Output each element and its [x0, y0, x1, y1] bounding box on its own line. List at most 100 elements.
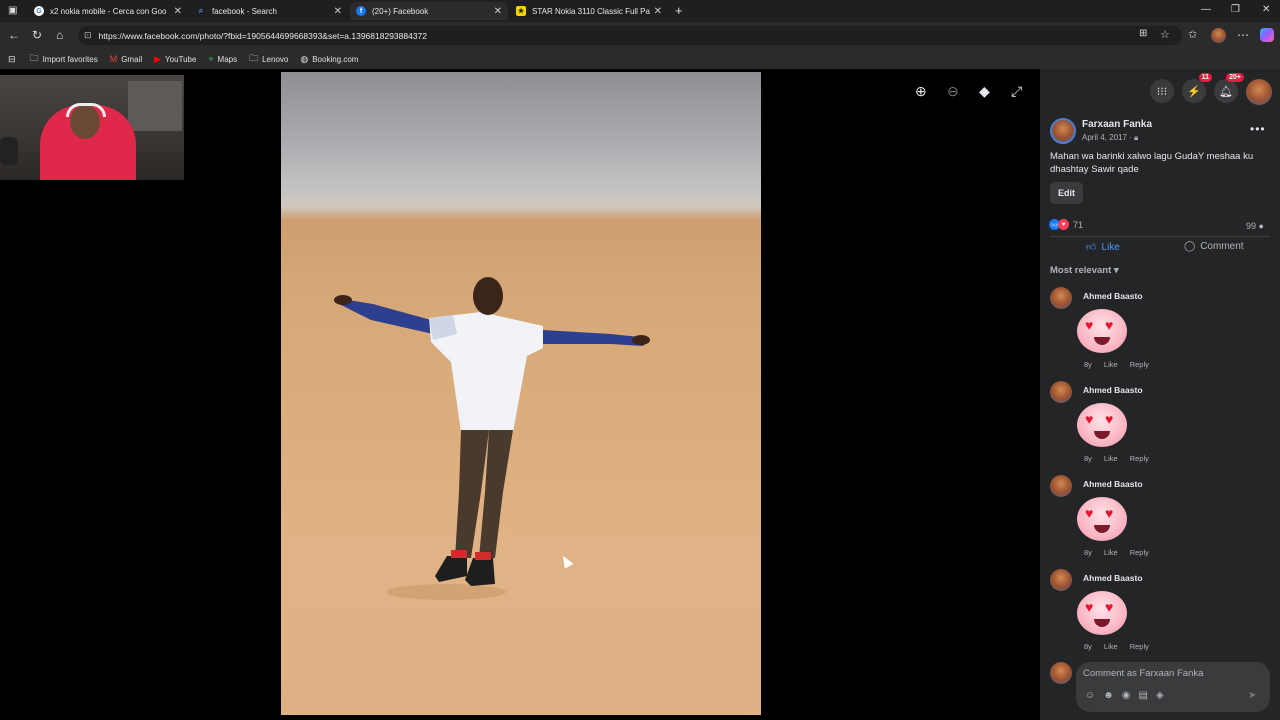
tab-google[interactable]: G x2 nokia mobile - Cerca con Goo ✕ [28, 2, 188, 20]
menu-grid-icon[interactable]: ⁝⁝⁝ [1150, 79, 1174, 103]
tab-actions-icon[interactable]: ▣ [8, 5, 17, 16]
heart-icon: ♥ [1105, 599, 1114, 615]
webcam-overlay [0, 75, 184, 180]
zoom-out-icon[interactable]: ⊖ [947, 83, 959, 100]
author-avatar[interactable] [1050, 118, 1076, 144]
restore-icon[interactable]: ❐ [1231, 4, 1240, 15]
copilot-icon[interactable] [1260, 28, 1274, 42]
post-author[interactable]: Farxaan Fanka [1082, 119, 1152, 130]
bookmark-booking[interactable]: ◍ Booking.com [300, 54, 358, 65]
avatar-sticker-icon[interactable]: ☺ [1085, 690, 1095, 701]
tag-icon[interactable]: ◆ [979, 83, 990, 100]
tab-title: x2 nokia mobile - Cerca con Goo [50, 6, 167, 16]
edit-button[interactable]: Edit [1050, 182, 1083, 204]
account-avatar[interactable] [1246, 79, 1272, 105]
commenter-name[interactable]: Ahmed Baasto [1083, 573, 1143, 583]
comment-like-button[interactable]: Like [1104, 548, 1118, 557]
minimize-icon[interactable]: — [1201, 4, 1211, 15]
tab-strip: ▣ G x2 nokia mobile - Cerca con Goo ✕ ⌕ … [0, 0, 1280, 22]
comment-button[interactable]: ◯ Comment [1184, 241, 1244, 252]
heart-eyes-emoji: ♥ ♥ [1077, 309, 1127, 353]
comment-avatar[interactable] [1050, 475, 1072, 497]
sticker-icon[interactable]: ◈ [1156, 690, 1164, 701]
close-icon[interactable]: ✕ [334, 6, 342, 17]
bookmark-lenovo[interactable]: 🗀 Lenovo [249, 51, 288, 67]
star-icon: ★ [516, 6, 526, 16]
sort-label: Most relevant [1050, 265, 1112, 276]
comment-count-text: 99 [1246, 221, 1257, 231]
bookmark-label: Maps [217, 54, 238, 64]
window-close-icon[interactable]: ✕ [1262, 4, 1270, 15]
comment-reply-button[interactable]: Reply [1130, 360, 1149, 369]
comment-time[interactable]: 8y [1084, 360, 1092, 369]
comment-like-button[interactable]: Like [1104, 454, 1118, 463]
reader-icon[interactable]: ⊞ [1139, 28, 1147, 39]
facebook-icon: f [356, 6, 366, 16]
reaction-summary[interactable]: 👍︎ ♥ 71 [1049, 219, 1083, 230]
address-bar-row: ← ↻ ⌂ ⊡ https://www.facebook.com/photo/?… [0, 22, 1280, 49]
comment-reply-button[interactable]: Reply [1130, 642, 1149, 651]
comment-like-button[interactable]: Like [1104, 642, 1118, 651]
composer-avatar [1050, 662, 1072, 684]
tab-facebook[interactable]: f (20+) Facebook ✕ [350, 2, 508, 20]
comment-avatar[interactable] [1050, 569, 1072, 591]
comment-item: Ahmed Baasto ♥ ♥ 8y Like Reply [1050, 475, 1270, 567]
comment-actions: 8y Like Reply [1084, 454, 1161, 463]
fullscreen-icon[interactable]: ⤢ [1011, 83, 1022, 100]
home-icon[interactable]: ⌂ [56, 28, 63, 42]
tab-list-icon[interactable]: ⊟ [8, 54, 16, 65]
emoji-icon[interactable]: ☻ [1103, 690, 1114, 701]
comment-reply-button[interactable]: Reply [1130, 548, 1149, 557]
comment-time[interactable]: 8y [1084, 548, 1092, 557]
commenter-name[interactable]: Ahmed Baasto [1083, 291, 1143, 301]
bookmark-label: Lenovo [262, 54, 289, 64]
commenter-name[interactable]: Ahmed Baasto [1083, 385, 1143, 395]
comment-time[interactable]: 8y [1084, 642, 1092, 651]
post-caption: Mahan wa barinki xalwo lagu GudaY meshaa… [1050, 151, 1254, 175]
close-icon[interactable]: ✕ [654, 6, 662, 17]
commenter-name[interactable]: Ahmed Baasto [1083, 479, 1143, 489]
tab-facebook-search[interactable]: ⌕ facebook - Search ✕ [190, 2, 348, 20]
post-photo[interactable] [281, 72, 761, 715]
bookmark-maps[interactable]: ⌖ Maps [208, 54, 237, 65]
url-field[interactable]: ⊡ https://www.facebook.com/photo/?fbid=1… [78, 26, 1182, 45]
comment-item: Ahmed Baasto ♥ ♥ 8y Like Reply [1050, 287, 1270, 379]
camera-icon[interactable]: ◉ [1122, 690, 1131, 701]
comment-reply-button[interactable]: Reply [1130, 454, 1149, 463]
emoji-mouth [1094, 337, 1110, 345]
reaction-count: 71 [1073, 219, 1084, 230]
back-icon[interactable]: ← [8, 28, 20, 42]
favorites-icon[interactable]: ✩ [1188, 28, 1197, 41]
bookmark-youtube[interactable]: ▶ YouTube [154, 54, 196, 65]
send-icon[interactable]: ➤ [1248, 690, 1256, 701]
bookmark-import-favorites[interactable]: 🗀 Import favorites [30, 51, 98, 67]
comment-like-button[interactable]: Like [1104, 360, 1118, 369]
zoom-in-icon[interactable]: ⊕ [915, 83, 927, 100]
post-more-icon[interactable]: ••• [1250, 122, 1266, 136]
comment-avatar[interactable] [1050, 287, 1072, 309]
comment-avatar[interactable] [1050, 381, 1072, 403]
bell-icon[interactable]: 🔔︎ 20+ [1214, 73, 1244, 103]
more-options-icon[interactable]: ⋯ [1237, 28, 1249, 42]
bookmark-label: YouTube [165, 54, 197, 64]
webcam-background [128, 81, 182, 131]
new-tab-button[interactable]: + [675, 3, 683, 18]
comment-time[interactable]: 8y [1084, 454, 1092, 463]
maps-icon: ⌖ [208, 53, 214, 64]
site-info-icon[interactable]: ⊡ [84, 30, 92, 41]
messenger-icon[interactable]: ⚡ 11 [1182, 73, 1212, 103]
chevron-down-icon: ▾ [1113, 265, 1119, 276]
sort-comments-dropdown[interactable]: Most relevant ▾ [1050, 265, 1119, 276]
tab-nokia[interactable]: ★ STAR Nokia 3110 Classic Full Pan ✕ [510, 2, 668, 20]
close-icon[interactable]: ✕ [494, 6, 502, 17]
heart-icon: ♥ [1085, 317, 1094, 333]
gif-icon[interactable]: ▤ [1138, 690, 1147, 701]
comment-count[interactable]: 99 ● [1246, 221, 1264, 231]
like-button[interactable]: 👍︎ Like [1086, 241, 1120, 254]
bookmark-gmail[interactable]: M Gmail [110, 54, 142, 64]
close-icon[interactable]: ✕ [174, 6, 182, 17]
profile-avatar[interactable] [1211, 28, 1226, 43]
refresh-icon[interactable]: ↻ [32, 28, 42, 42]
url-text: https://www.facebook.com/photo/?fbid=190… [98, 30, 428, 41]
favorite-star-icon[interactable]: ☆ [1160, 28, 1170, 41]
